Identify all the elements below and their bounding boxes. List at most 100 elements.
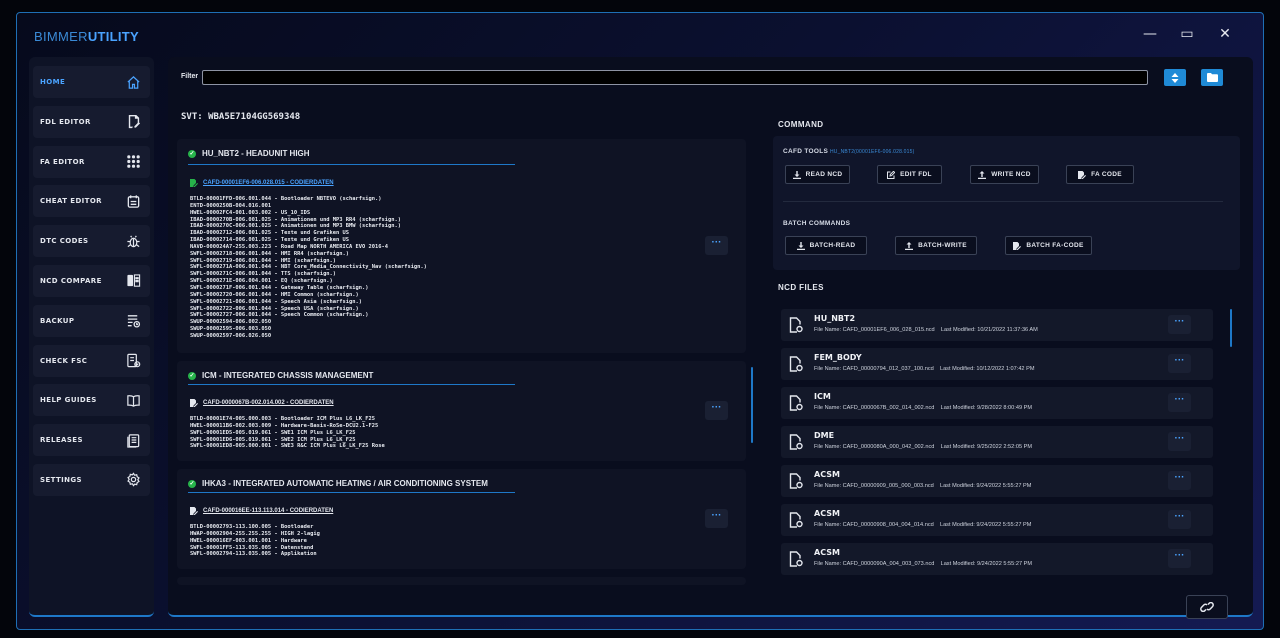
read-ncd-button[interactable]: READ NCD	[785, 165, 850, 184]
main-panel: Filter SVT: WBA5E7104GG569348 ✓ HU_NBT2 …	[168, 57, 1253, 619]
sidebar-item-label: HOME	[40, 78, 66, 86]
book-icon	[127, 394, 140, 407]
brand-bold: UTILITY	[87, 29, 140, 44]
ecu-menu-button[interactable]: ···	[705, 236, 728, 255]
ncd-file-menu-button[interactable]: ···	[1168, 432, 1191, 451]
batch-write-button[interactable]: BATCH-WRITE	[895, 236, 977, 255]
ncd-file-name: FEM_BODY	[814, 353, 862, 362]
sidebar-item-backup[interactable]: BACKUP	[33, 304, 150, 337]
file-refresh-icon	[789, 434, 803, 450]
download-icon	[796, 241, 805, 250]
sidebar-item-releases[interactable]: RELEASES	[33, 424, 150, 457]
cafd-label: CAFD-000016EE-113.113.014 - CODIERDATEN	[203, 508, 334, 514]
sidebar-item-fdl-editor[interactable]: FDL EDITOR	[33, 105, 150, 138]
sidebar-item-check-fsc[interactable]: CHECK FSC	[33, 344, 150, 377]
sidebar-item-label: RELEASES	[40, 436, 83, 445]
ncd-list-scrollbar[interactable]	[1230, 309, 1232, 347]
sort-icon	[1171, 72, 1179, 83]
read-ncd-label: READ NCD	[805, 171, 843, 178]
open-folder-button[interactable]	[1201, 69, 1223, 86]
ncd-file-menu-button[interactable]: ···	[1168, 315, 1191, 334]
batch-read-button[interactable]: BATCH-READ	[785, 236, 867, 255]
ecu-title: HU_NBT2 - HEADUNIT HIGH	[202, 149, 310, 158]
write-ncd-button[interactable]: WRITE NCD	[970, 165, 1039, 184]
sidebar-item-ncd-compare[interactable]: NCD COMPARE	[33, 264, 150, 297]
ecu-divider	[188, 164, 515, 165]
edit-fdl-button[interactable]: EDIT FDL	[877, 165, 942, 184]
file-refresh-icon	[789, 317, 803, 333]
sidebar-item-label: CHEAT EDITOR	[40, 197, 102, 206]
ncd-file-item[interactable]: FEM_BODY File Name: CAFD_00000794_012_03…	[781, 348, 1213, 380]
sidebar-item-settings[interactable]: SETTINGS	[33, 463, 150, 496]
ncd-file-meta: File Name: CAFD_0000080A_000_042_002.ncd…	[814, 444, 1032, 450]
fa-code-button[interactable]: FA CODE	[1066, 165, 1134, 184]
ncd-file-filename: File Name: CAFD_00000794_012_037_100.ncd	[814, 366, 934, 372]
ncd-file-name: ICM	[814, 392, 831, 401]
ecu-panel-hu-nbt2: ✓ HU_NBT2 - HEADUNIT HIGH CAFD-00001EF6-…	[177, 139, 746, 353]
ncd-file-modified: Last Modified: 10/12/2022 1:07:42 PM	[939, 366, 1035, 372]
file-edit-icon	[190, 507, 198, 515]
ncd-file-item[interactable]: DME File Name: CAFD_0000080A_000_042_002…	[781, 426, 1213, 458]
ncd-file-menu-button[interactable]: ···	[1168, 510, 1191, 529]
close-button[interactable]: ✕	[1217, 26, 1233, 42]
file-code-icon	[1078, 170, 1087, 179]
sidebar-item-fa-editor[interactable]: FA EDITOR	[33, 145, 150, 178]
file-refresh-icon	[789, 512, 803, 528]
cafd-link[interactable]: CAFD-0000067B-002.014.002 - CODIERDATEN	[190, 399, 334, 407]
ncd-file-item[interactable]: ACSM File Name: CAFD_00000909_005_000_00…	[781, 465, 1213, 497]
sidebar-item-cheat-editor[interactable]: CHEAT EDITOR	[33, 185, 150, 218]
ncd-file-modified: Last Modified: 9/24/2022 5:55:27 PM	[939, 483, 1032, 489]
cafd-link[interactable]: CAFD-00001EF6-006.028.015 - CODIERDATEN	[190, 179, 334, 187]
sidebar-item-help-guides[interactable]: HELP GUIDES	[33, 384, 150, 417]
ecu-menu-button[interactable]: ···	[705, 401, 728, 420]
brand-light: BIMMER	[34, 29, 88, 44]
file-edit-icon	[190, 179, 198, 187]
sidebar-item-home[interactable]: HOME	[33, 66, 150, 98]
ncd-file-item[interactable]: HU_NBT2 File Name: CAFD_00001EF6_006_028…	[781, 309, 1213, 341]
ncd-file-item[interactable]: ACSM File Name: CAFD_0000090A_004_003_07…	[781, 543, 1213, 575]
ecu-module-list: BTLD-00002793-113.100.005 - Bootloader H…	[190, 524, 320, 558]
batch-read-label: BATCH-READ	[809, 242, 856, 249]
maximize-button[interactable]: ▭	[1179, 26, 1195, 42]
cafd-tools-target: HU_NBT2(00001EF6-006.028.015)	[830, 149, 915, 155]
batch-fa-code-label: BATCH FA-CODE	[1026, 242, 1084, 249]
sort-button[interactable]	[1164, 69, 1186, 86]
ecu-header: ✓ IHKA3 - INTEGRATED AUTOMATIC HEATING /…	[188, 479, 488, 488]
batch-write-label: BATCH-WRITE	[918, 242, 967, 249]
ncd-file-filename: File Name: CAFD_00000908_004_004_014.ncd	[814, 522, 934, 528]
ncd-file-menu-button[interactable]: ···	[1168, 354, 1191, 373]
ncd-file-modified: Last Modified: 9/28/2022 8:00:49 PM	[940, 405, 1033, 411]
connect-button[interactable]	[1186, 595, 1228, 619]
sidebar-item-label: FDL EDITOR	[40, 117, 91, 126]
ncd-file-filename: File Name: CAFD_0000067B_002_014_002.ncd	[814, 405, 935, 411]
ncd-file-meta: File Name: CAFD_00001EF6_006_028_015.ncd…	[814, 327, 1038, 333]
ncd-file-item[interactable]: ICM File Name: CAFD_0000067B_002_014_002…	[781, 387, 1213, 419]
upload-icon	[978, 170, 987, 179]
ncd-file-item[interactable]: ACSM File Name: CAFD_00000908_004_004_01…	[781, 504, 1213, 536]
ecu-menu-button[interactable]: ···	[705, 509, 728, 528]
releases-icon	[127, 433, 140, 448]
app-brand: BIMMERUTILITY	[34, 29, 139, 44]
ncd-file-menu-button[interactable]: ···	[1168, 471, 1191, 490]
ecu-title: IHKA3 - INTEGRATED AUTOMATIC HEATING / A…	[202, 479, 488, 488]
write-ncd-label: WRITE NCD	[991, 171, 1031, 178]
link-icon	[1200, 602, 1214, 612]
ecu-list-scrollbar[interactable]	[751, 367, 753, 443]
minimize-button[interactable]: —	[1142, 26, 1158, 42]
bug-icon	[127, 235, 140, 247]
ncd-file-menu-button[interactable]: ···	[1168, 393, 1191, 412]
cafd-tools-label: CAFD TOOLS	[783, 148, 829, 155]
sidebar-item-dtc-codes[interactable]: DTC CODES	[33, 225, 150, 258]
filter-input[interactable]	[202, 70, 1148, 85]
svt-vin: SVT: WBA5E7104GG569348	[181, 112, 301, 122]
ncd-file-name: ACSM	[814, 470, 840, 479]
cafd-link[interactable]: CAFD-000016EE-113.113.014 - CODIERDATEN	[190, 507, 333, 515]
file-edit-icon	[190, 399, 198, 407]
file-refresh-icon	[789, 356, 803, 372]
batch-fa-code-button[interactable]: BATCH FA-CODE	[1005, 236, 1092, 255]
ncd-file-modified: Last Modified: 9/25/2022 2:52:05 PM	[940, 444, 1033, 450]
cafd-label: CAFD-00001EF6-006.028.015 - CODIERDATEN	[203, 180, 334, 186]
ncd-files-title: NCD FILES	[778, 283, 824, 292]
filter-label: Filter	[181, 73, 199, 80]
ncd-file-menu-button[interactable]: ···	[1168, 549, 1191, 568]
